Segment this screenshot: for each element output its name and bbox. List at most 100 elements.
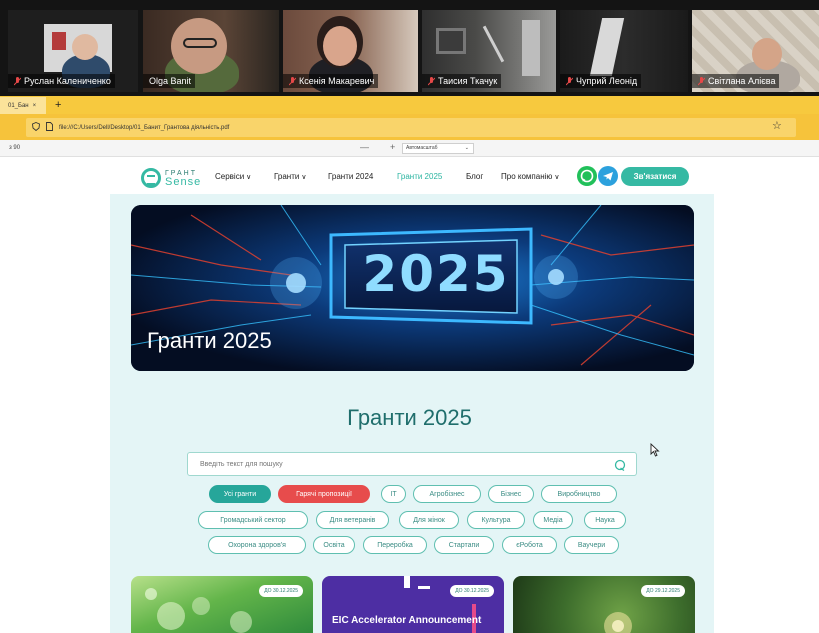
filter-culture[interactable]: Культура	[467, 511, 525, 529]
nav-blog[interactable]: Блог	[466, 172, 483, 181]
filter-agrobusiness[interactable]: Агробізнес	[413, 485, 481, 503]
tab-close-icon[interactable]: ×	[33, 103, 37, 109]
browser-tab[interactable]: 01_Бан ×	[0, 97, 46, 114]
mic-off-icon	[428, 76, 435, 86]
zoom-select[interactable]: Автомасштаб ⌄	[402, 143, 474, 154]
page-count: з 90	[9, 145, 21, 151]
logo-mark-icon	[141, 168, 161, 188]
filter-media[interactable]: Медіа	[533, 511, 573, 529]
mic-off-icon	[698, 76, 705, 86]
contact-button[interactable]: Зв'язатися	[621, 167, 689, 186]
participant-name: Ксенія Макаревич	[299, 76, 375, 86]
participant-tile[interactable]: Руслан Калениченко	[8, 10, 138, 92]
new-tab-button[interactable]: +	[55, 96, 61, 114]
participant-name: Чуприй Леонід	[576, 76, 638, 86]
filter-all-grants[interactable]: Усі гранти	[209, 485, 271, 503]
page-title: Гранти 2025	[347, 405, 472, 430]
zoom-in-button[interactable]: +	[390, 142, 395, 152]
participant-name-bar: Світлана Алієва	[692, 74, 780, 88]
nav-label: Про компанію	[501, 172, 553, 181]
search-icon[interactable]	[614, 458, 626, 472]
telegram-icon[interactable]	[598, 166, 618, 186]
participant-name: Руслан Калениченко	[24, 76, 111, 86]
participant-name-bar: Руслан Калениченко	[8, 74, 115, 88]
grant-card[interactable]: ДО 30.12.2025 EIC Accelerator Announceme…	[322, 576, 504, 633]
url-text[interactable]: file:///C:/Users/Dell/Desktop/01_Банит_Г…	[59, 125, 229, 131]
participant-head	[72, 34, 98, 60]
mouse-pointer-icon	[650, 442, 660, 462]
participant-name: Таисия Ткачук	[438, 76, 498, 86]
mic-off-icon	[566, 76, 573, 86]
tab-strip: 01_Бан × +	[0, 96, 819, 114]
bookmark-star-icon[interactable]: ☆	[772, 119, 782, 132]
nav-about[interactable]: Про компанію ∨	[501, 172, 560, 181]
participant-head	[752, 38, 782, 70]
tab-title: 01_Бан	[8, 102, 29, 109]
participant-name-bar: Ксенія Макаревич	[283, 74, 379, 88]
filter-production[interactable]: Виробництво	[541, 485, 617, 503]
participant-name-bar: Таисия Ткачук	[422, 74, 502, 88]
nav-label: Гранти 2024	[328, 172, 374, 181]
participant-tile[interactable]: Ксенія Макаревич	[283, 10, 418, 92]
filter-business[interactable]: Бізнес	[488, 485, 534, 503]
nav-label: Гранти	[274, 172, 300, 181]
grant-card[interactable]: ДО 29.12.2025	[513, 576, 695, 633]
filter-processing[interactable]: Переробка	[363, 536, 427, 554]
participant-head	[323, 26, 357, 66]
chevron-down-icon: ∨	[554, 174, 560, 181]
date-badge: ДО 30.12.2025	[259, 585, 303, 597]
address-bar[interactable]: file:///C:/Users/Dell/Desktop/01_Банит_Г…	[26, 118, 796, 137]
filter-vouchers[interactable]: Ваучери	[564, 536, 619, 554]
card-title: EIC Accelerator Announcement	[332, 615, 482, 626]
filter-hot-offers[interactable]: Гарячі пропозиції	[278, 485, 370, 503]
window-frame	[522, 20, 540, 76]
nav-label: Сервіси	[215, 172, 245, 181]
glasses	[183, 38, 217, 48]
participant-tile[interactable]: Таисия Ткачук	[422, 10, 556, 92]
chevron-down-icon: ∨	[301, 174, 307, 181]
search-input[interactable]	[187, 452, 637, 476]
filter-public-sector[interactable]: Громадський сектор	[198, 511, 308, 529]
participant-tile[interactable]: Чуприй Леонід	[560, 10, 688, 92]
filter-veterans[interactable]: Для ветеранів	[316, 511, 389, 529]
site-logo[interactable]: ГРАНТ Sense	[141, 168, 201, 188]
filter-healthcare[interactable]: Охорона здоров'я	[208, 536, 306, 554]
participant-name-bar: Olga Banit	[143, 74, 196, 88]
mic-off-icon	[289, 76, 296, 86]
pdf-toolbar: з 90 — + Автомасштаб ⌄	[0, 140, 819, 157]
hero-year: 2025	[362, 245, 510, 303]
nav-grants-2024[interactable]: Гранти 2024	[328, 172, 373, 181]
nav-services[interactable]: Сервіси ∨	[215, 172, 251, 181]
filter-education[interactable]: Освіта	[313, 536, 355, 554]
participant-name: Світлана Алієва	[708, 76, 776, 86]
filter-startups[interactable]: Стартапи	[434, 536, 494, 554]
whatsapp-icon[interactable]	[577, 166, 597, 186]
logo-text: ГРАНТ Sense	[165, 169, 202, 188]
nav-grants-2025[interactable]: Гранти 2025	[397, 172, 442, 181]
address-bar-area: file:///C:/Users/Dell/Desktop/01_Банит_Г…	[0, 114, 819, 140]
grant-card[interactable]: ДО 30.12.2025	[131, 576, 313, 633]
participant-tile-active[interactable]: Olga Banit	[143, 10, 279, 92]
participant-tile[interactable]: Світлана Алієва	[692, 10, 819, 92]
nav-label: Блог	[466, 172, 484, 181]
participant-name: Olga Banit	[149, 76, 192, 86]
video-call-strip: Руслан Калениченко Olga Banit Ксенія Мак…	[0, 0, 819, 96]
zoom-value: Автомасштаб	[406, 145, 438, 151]
date-badge: ДО 30.12.2025	[450, 585, 494, 597]
picture-frame	[436, 28, 466, 54]
shield-icon[interactable]	[32, 122, 40, 133]
site-navbar: ГРАНТ Sense Сервіси ∨ Гранти ∨ Гранти 2024…	[0, 160, 819, 194]
nav-label: Гранти 2025	[397, 172, 443, 181]
file-icon	[46, 122, 53, 133]
chevron-down-icon: ∨	[246, 174, 252, 181]
logo-bottom: Sense	[165, 176, 202, 188]
tile-decoration	[52, 32, 66, 50]
date-badge: ДО 29.12.2025	[641, 585, 685, 597]
zoom-out-button[interactable]: —	[360, 142, 369, 152]
filter-women[interactable]: Для жінок	[399, 511, 459, 529]
filter-science[interactable]: Наука	[584, 511, 626, 529]
filter-erobota[interactable]: єРобота	[502, 536, 557, 554]
nav-grants[interactable]: Гранти ∨	[274, 172, 306, 181]
mic-off-icon	[14, 76, 21, 86]
filter-it[interactable]: IT	[381, 485, 406, 503]
